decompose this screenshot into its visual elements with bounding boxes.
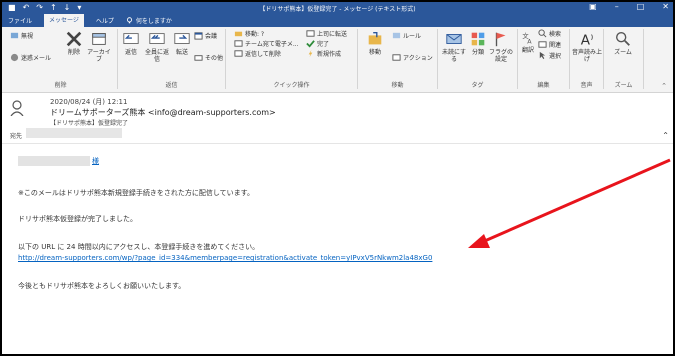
archive-icon bbox=[92, 33, 106, 45]
reply-icon bbox=[123, 33, 139, 44]
message-subject: 【ドリサポ熊本】仮登録完了 bbox=[50, 120, 129, 127]
delete-x-icon bbox=[66, 31, 82, 47]
minimize-button[interactable]: – bbox=[615, 2, 619, 11]
quick-step-done[interactable]: 完了 bbox=[306, 39, 329, 48]
maximize-button[interactable]: □ bbox=[637, 2, 645, 11]
respond-group: 返信 全員に返信 転送 会議 その他 返信 bbox=[118, 29, 226, 89]
tab-file[interactable]: ファイル bbox=[8, 16, 32, 25]
zoom-button[interactable]: ズーム bbox=[608, 29, 638, 56]
translate-button[interactable]: 文A 翻訳 bbox=[520, 29, 536, 54]
rules-button[interactable]: ルール bbox=[392, 31, 421, 40]
ribbon: 無視 迷惑メール 削除 アーカイブ 削除 返信 全員に返信 転送 会議 その他 … bbox=[2, 27, 673, 93]
tab-message[interactable]: メッセージ bbox=[44, 14, 84, 27]
quick-step-to-manager[interactable]: 上司に転送 bbox=[306, 29, 347, 38]
delete-button[interactable]: 削除 bbox=[62, 29, 86, 56]
reply-all-button[interactable]: 全員に返信 bbox=[144, 29, 170, 63]
reply-all-icon bbox=[149, 33, 165, 44]
category-icon bbox=[471, 32, 485, 46]
to-label: 宛先 bbox=[10, 133, 23, 140]
unread-envelope-icon bbox=[446, 34, 462, 44]
categorize-button[interactable]: 分類 bbox=[468, 29, 488, 56]
archive-button[interactable]: アーカイブ bbox=[86, 29, 112, 63]
read-aloud-icon: A bbox=[581, 32, 593, 48]
cursor-icon bbox=[539, 51, 546, 60]
move-group: 移動 ルール アクション 移動 bbox=[358, 29, 438, 89]
forward-mail-icon bbox=[306, 30, 315, 37]
tab-help[interactable]: ヘルプ bbox=[96, 16, 114, 25]
avatar bbox=[10, 100, 24, 116]
flag-icon bbox=[495, 32, 506, 47]
window-controls: ▣ – □ ✕ bbox=[589, 2, 669, 11]
forward-icon bbox=[174, 33, 190, 44]
ribbon-tabs: ファイル メッセージ ヘルプ 何をしますか bbox=[2, 14, 673, 27]
ribbon-display-icon[interactable]: ▣ bbox=[589, 2, 597, 11]
quick-step-create-new[interactable]: 新規作成 bbox=[306, 49, 341, 58]
body-line-instruction: 以下の URL に 24 時間以内にアクセスし、本登録手続きを進めてください。 bbox=[18, 243, 260, 251]
translate-icon: 文A bbox=[522, 31, 532, 46]
body-line-closing: 今後ともドリサポ熊本をよろしくお願いいたします。 bbox=[18, 282, 186, 290]
quick-step-move-to[interactable]: 移動: ? bbox=[234, 29, 264, 38]
activation-link[interactable]: http://dream-supporters.com/wp/?page_id=… bbox=[18, 254, 432, 262]
title-bar: ■ ↶ ↷ ↑ ↓ ▾ 【ドリサポ熊本】仮登録完了 - メッセージ (テキスト形… bbox=[2, 2, 673, 14]
close-button[interactable]: ✕ bbox=[662, 2, 669, 11]
svg-text:A: A bbox=[527, 39, 532, 46]
recipient-redacted bbox=[26, 128, 122, 138]
lightbulb-icon bbox=[126, 17, 132, 24]
magnifier-icon bbox=[616, 32, 630, 46]
svg-text:A: A bbox=[581, 32, 591, 48]
quick-step-team-email[interactable]: チーム宛て電子メ... bbox=[234, 39, 299, 48]
sender[interactable]: ドリームサポーターズ熊本 <info@dream-supporters.com> bbox=[50, 107, 276, 118]
delete-group: 無視 迷惑メール 削除 アーカイブ 削除 bbox=[4, 29, 118, 89]
more-icon bbox=[194, 55, 203, 61]
meeting-button[interactable]: 会議 bbox=[194, 31, 217, 40]
zoom-group: ズーム ズーム bbox=[604, 29, 644, 89]
more-respond-button[interactable]: その他 bbox=[194, 53, 223, 62]
rules-icon bbox=[392, 32, 401, 39]
search-icon bbox=[538, 29, 547, 38]
body-line-complete: ドリサポ熊本仮登録が完了しました。 bbox=[18, 215, 137, 223]
salutation-suffix: 様 bbox=[92, 157, 99, 165]
reply-delete-icon bbox=[234, 50, 243, 57]
move-folder-icon bbox=[368, 32, 382, 45]
ignore-icon bbox=[10, 32, 19, 39]
recipient-name-redacted bbox=[18, 156, 90, 166]
quick-steps-group: 移動: ? チーム宛て電子メ... 返信して削除 上司に転送 完了 新規作成 ク… bbox=[226, 29, 358, 89]
sent-date: 2020/08/24 (月) 12:11 bbox=[50, 98, 128, 106]
junk-icon bbox=[10, 53, 19, 62]
followup-button[interactable]: フラグの設定 bbox=[488, 29, 514, 63]
body-line-notice: ※このメールはドリサポ熊本新規登録手続きをされた方に配信しています。 bbox=[18, 189, 254, 197]
actions-icon bbox=[392, 54, 401, 61]
related-button[interactable]: 関連 bbox=[538, 40, 561, 49]
lightning-icon bbox=[308, 49, 313, 58]
email-icon bbox=[234, 40, 243, 47]
search-button[interactable]: 検索 bbox=[538, 29, 561, 38]
message-body: 様 ※このメールはドリサポ熊本新規登録手続きをされた方に配信しています。 ドリサ… bbox=[2, 143, 673, 354]
mark-unread-button[interactable]: 未読にする bbox=[440, 29, 468, 63]
actions-button[interactable]: アクション bbox=[392, 53, 433, 62]
salutation: 様 bbox=[18, 156, 99, 166]
quick-step-reply-delete[interactable]: 返信して削除 bbox=[234, 49, 281, 58]
move-button[interactable]: 移動 bbox=[364, 29, 386, 56]
related-icon bbox=[538, 41, 547, 48]
select-button[interactable]: 選択 bbox=[538, 51, 561, 60]
collapse-ribbon-icon[interactable]: ⌃ bbox=[661, 82, 667, 90]
read-aloud-button[interactable]: A 音声読み上げ bbox=[572, 29, 602, 63]
ignore-button[interactable]: 無視 bbox=[10, 31, 33, 40]
speech-group: A 音声読み上げ 音声 bbox=[570, 29, 604, 89]
calendar-icon bbox=[194, 32, 203, 40]
forward-button[interactable]: 転送 bbox=[172, 29, 192, 56]
editing-group: 文A 翻訳 検索 関連 選択 編集 bbox=[518, 29, 570, 89]
tell-me-box[interactable]: 何をしますか bbox=[126, 16, 172, 25]
junk-button[interactable]: 迷惑メール bbox=[10, 53, 51, 62]
folder-icon bbox=[234, 31, 243, 37]
window-title: 【ドリサポ熊本】仮登録完了 - メッセージ (テキスト形式) bbox=[259, 6, 416, 13]
checkmark-icon bbox=[306, 40, 315, 48]
tell-me-label: 何をしますか bbox=[135, 18, 172, 25]
collapse-header-icon[interactable]: ⌃ bbox=[662, 131, 669, 140]
tags-group: 未読にする 分類 フラグの設定 タグ bbox=[438, 29, 518, 89]
message-header: 2020/08/24 (月) 12:11 ドリームサポーターズ熊本 <info@… bbox=[2, 93, 673, 143]
email-window: ■ ↶ ↷ ↑ ↓ ▾ 【ドリサポ熊本】仮登録完了 - メッセージ (テキスト形… bbox=[0, 0, 675, 356]
reply-button[interactable]: 返信 bbox=[120, 29, 142, 56]
